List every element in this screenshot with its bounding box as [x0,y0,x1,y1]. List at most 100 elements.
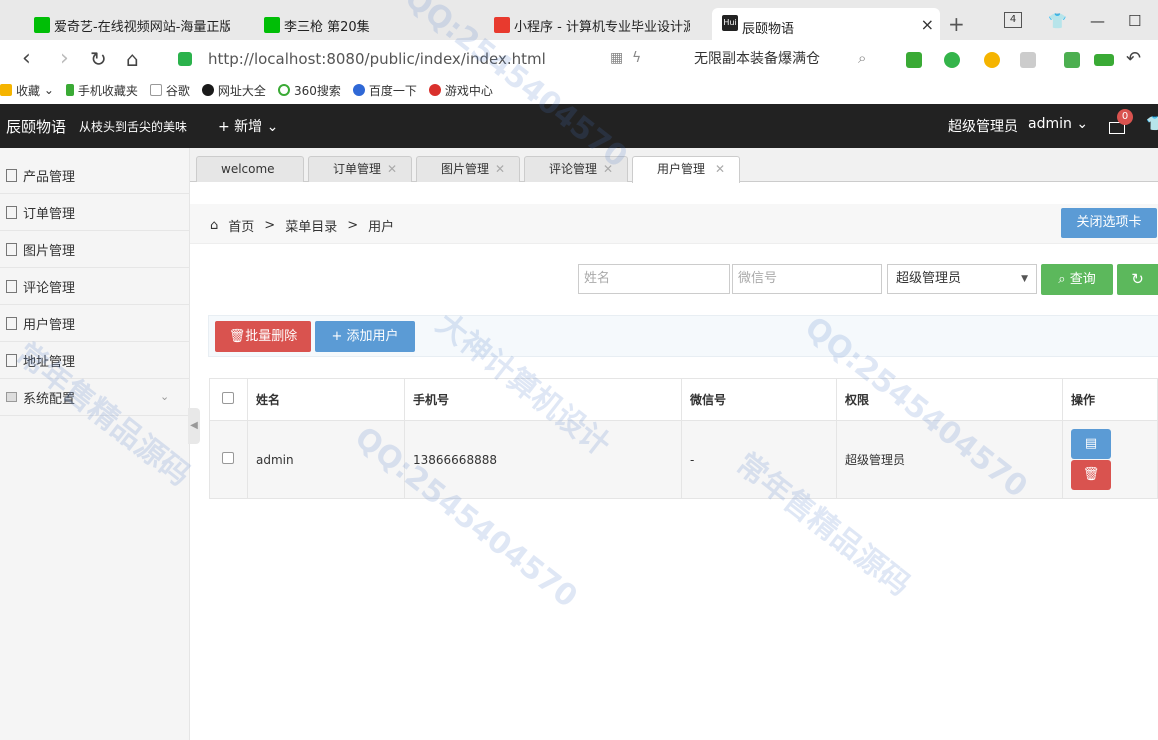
sidebar-item-addresses[interactable]: 地址管理 [0,342,190,379]
close-tabs-button[interactable]: 关闭选项卡 [1061,208,1157,238]
close-icon[interactable]: ✕ [603,157,613,181]
forward-icon[interactable]: › [60,46,69,71]
column-header-role: 权限 [836,378,1063,421]
trash-icon: 🗑 [1082,467,1100,482]
360-icon [277,84,290,96]
baidu-paw-icon [352,84,365,96]
browser-tab-iqiyi[interactable]: 爱奇艺-在线视频网站-海量正版高 [24,10,230,40]
back-icon[interactable]: ‹ [22,46,31,71]
new-menu[interactable]: + 新增 ⌄ [218,116,278,136]
close-icon[interactable]: ✕ [715,157,725,181]
star-icon [0,84,12,96]
query-button[interactable]: ⌕ 查询 [1041,264,1113,295]
add-user-button[interactable]: + 添加用户 [315,321,415,352]
document-icon [6,242,17,256]
breadcrumb-separator: > [347,218,359,233]
game-icon[interactable] [1020,52,1036,68]
user-menu[interactable]: admin ⌄ [1028,116,1088,132]
coin-icon[interactable] [984,52,1000,68]
battery-icon[interactable] [1094,54,1114,66]
breadcrumb-home[interactable]: 首页 [228,216,254,235]
translate-icon[interactable] [944,52,960,68]
document-icon [6,168,17,182]
document-icon [6,353,17,367]
bookmark-favorites[interactable]: 收藏 ⌄ [0,82,54,99]
reload-icon[interactable]: ↻ [90,47,107,71]
tab-count-badge[interactable]: 4 [1004,12,1022,28]
trash-icon: 🗑 [228,329,246,344]
browser-tab-miniprogram[interactable]: 小程序 - 计算机专业毕业设计源 [484,10,690,40]
sidebar-collapse-handle[interactable]: ◀ [188,408,200,444]
sidebar-item-label: 系统配置 [23,391,76,407]
close-icon[interactable]: ✕ [495,157,505,181]
settings-icon [6,392,17,402]
batch-delete-button[interactable]: 🗑批量删除 [215,321,311,352]
tab-users[interactable]: 用户管理 ✕ [632,156,740,183]
wechat-search-input[interactable]: 微信号 [732,264,882,294]
sidebar-item-products[interactable]: 产品管理 [0,157,190,194]
edit-button[interactable]: ▤ [1071,429,1111,459]
column-header-wechat: 微信号 [681,378,837,421]
search-icon[interactable]: ⌕ [858,49,866,67]
breadcrumb-catalog[interactable]: 菜单目录 [285,216,337,235]
scissors-icon[interactable] [906,52,922,68]
lightning-icon[interactable]: ϟ [632,50,641,66]
breadcrumb-bar: ⌂ 首页 > 菜单目录 > 用户 关闭选项卡 [190,204,1158,244]
url-bar[interactable]: http://localhost:8080/public/index/index… [178,46,678,72]
sidebar-item-orders[interactable]: 订单管理 [0,194,190,231]
app-title[interactable]: 辰颐物语 [6,116,66,137]
bookmark-mobile[interactable]: 手机收藏夹 [65,82,138,99]
role-select[interactable]: 超级管理员 ▼ [887,264,1037,294]
bookmark-hao[interactable]: 网址大全 [201,82,266,99]
refresh-button[interactable]: ↻ [1117,264,1158,295]
row-checkbox[interactable] [222,452,234,464]
bookmark-360[interactable]: 360搜索 [277,82,341,99]
phone-icon [65,84,74,96]
mail-count-badge: 0 [1117,109,1133,125]
sidebar-item-system[interactable]: 系统配置 ⌄ [0,379,190,416]
tab-images[interactable]: 图片管理 ✕ [416,156,520,182]
role-select-value: 超级管理员 [896,271,962,286]
browser-tab-label: 小程序 - 计算机专业毕业设计源 [514,19,690,35]
bookmark-google[interactable]: 谷歌 [149,82,190,99]
sidebar-item-images[interactable]: 图片管理 [0,231,190,268]
breadcrumb-separator: > [264,218,276,233]
chevron-down-icon: ⌄ [160,390,170,403]
shirt-icon[interactable]: 👕 [1146,116,1158,132]
search-icon: ⌕ [1058,272,1066,287]
tab-comments[interactable]: 评论管理 ✕ [524,156,628,182]
app-slogan: 从枝头到舌尖的美味 [79,120,188,134]
cell-wechat: - [681,420,837,499]
cell-phone: 13866668888 [404,420,682,499]
cell-role: 超级管理员 [836,420,1063,499]
app-header: 辰颐物语 从枝头到舌尖的美味 + 新增 ⌄ 超级管理员 admin ⌄ 👕 [0,104,1158,148]
sidebar-item-label: 评论管理 [23,280,76,296]
url-text: http://localhost:8080/public/index/index… [208,50,546,68]
breadcrumb-current: 用户 [368,220,395,235]
qr-icon[interactable]: ▦ [610,50,623,66]
bookmark-games[interactable]: 游戏中心 [428,82,493,99]
tab-orders[interactable]: 订单管理 ✕ [308,156,412,182]
document-icon [6,279,17,293]
home-icon[interactable]: ⌂ [126,47,139,71]
name-search-input[interactable]: 姓名 [578,264,730,294]
apps-icon[interactable] [1064,52,1080,68]
sidebar-item-users[interactable]: 用户管理 [0,305,190,342]
bookmark-baidu[interactable]: 百度一下 [352,82,417,99]
close-icon[interactable]: ✕ [387,157,397,181]
sidebar-item-label: 产品管理 [23,169,76,185]
close-tab-icon[interactable]: × [921,15,934,34]
minimize-icon[interactable]: — [1090,12,1105,30]
document-icon [6,205,17,219]
search-box[interactable]: 无限副本装备爆满仓 [686,46,886,72]
tab-welcome[interactable]: welcome [196,156,304,182]
bookmark-bar: 收藏 ⌄ 手机收藏夹 谷歌 网址大全 360搜索 百度一下 游戏中心 [0,78,1158,102]
new-tab-icon[interactable]: + [948,12,965,36]
sidebar-item-comments[interactable]: 评论管理 [0,268,190,305]
skin-icon[interactable]: 👕 [1048,12,1067,30]
undo-icon[interactable]: ↶ [1126,48,1141,69]
select-all-checkbox[interactable] [222,392,234,404]
browser-tab-episode[interactable]: 李三枪 第20集 [254,10,460,40]
delete-button[interactable]: 🗑 [1071,460,1111,490]
maximize-icon[interactable]: ☐ [1128,12,1141,30]
